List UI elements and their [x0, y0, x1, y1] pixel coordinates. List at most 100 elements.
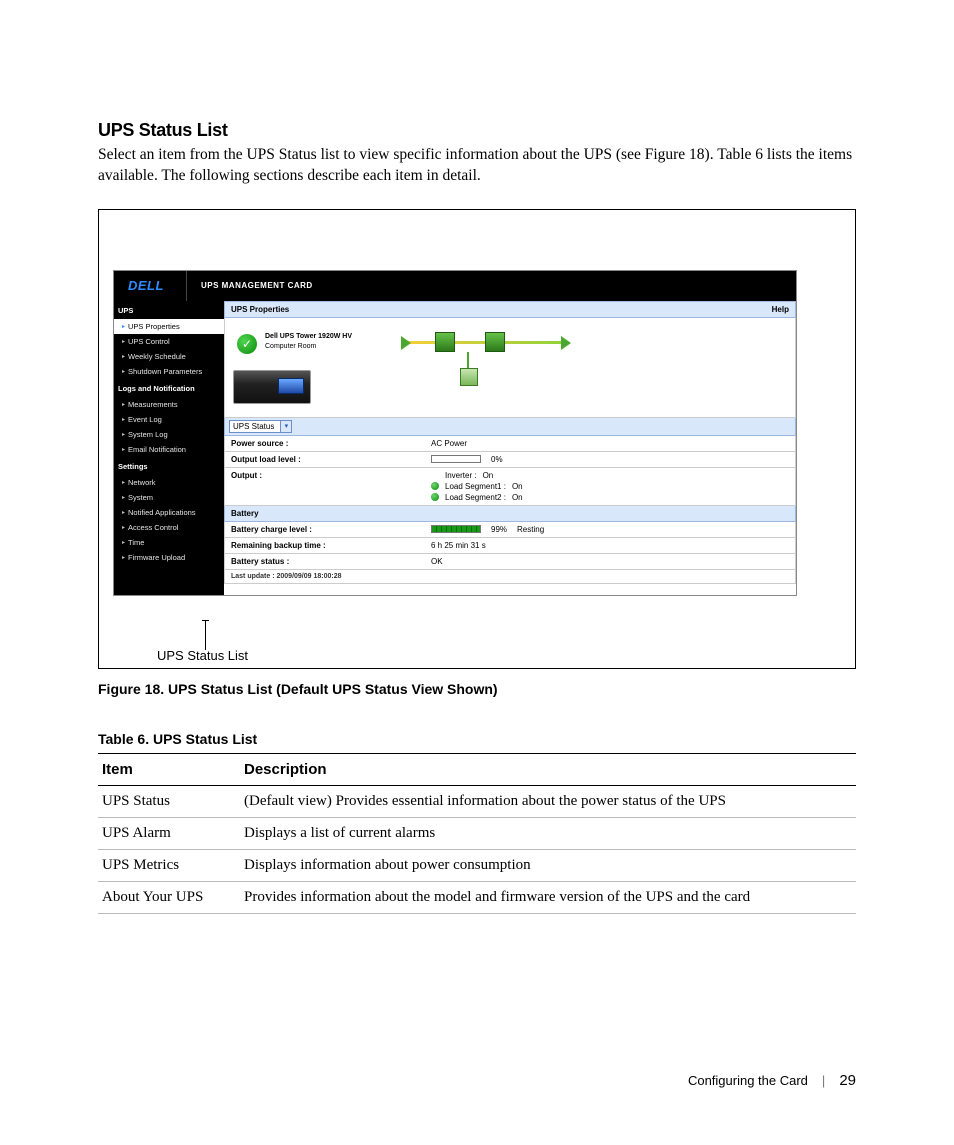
row-value: 6 h 25 min 31 s: [425, 538, 795, 553]
cell-item: UPS Status: [98, 785, 240, 817]
nav-label: Time: [128, 538, 144, 547]
row-power-source: Power source : AC Power: [224, 436, 796, 452]
page-number: 29: [839, 1072, 856, 1089]
nav-ups-control[interactable]: ▸UPS Control: [114, 334, 224, 349]
nav-time[interactable]: ▸Time: [114, 535, 224, 550]
callout-label: UPS Status List: [157, 648, 248, 663]
nav-access-control[interactable]: ▸Access Control: [114, 520, 224, 535]
caret-icon: ▸: [122, 353, 125, 360]
nav-measurements[interactable]: ▸Measurements: [114, 397, 224, 412]
section-heading: UPS Status List: [98, 120, 856, 141]
nav-label: Event Log: [128, 415, 162, 424]
intro-paragraph: Select an item from the UPS Status list …: [98, 145, 856, 187]
seg2-state: On: [512, 493, 523, 502]
nav-notified-applications[interactable]: ▸Notified Applications: [114, 505, 224, 520]
nav-ups-properties[interactable]: ▸UPS Properties: [114, 319, 224, 334]
last-update: Last update : 2009/09/09 18:00:28: [224, 570, 796, 584]
ups-status-dropdown[interactable]: UPS Status ▾: [229, 420, 292, 433]
device-location: Computer Room: [265, 342, 352, 353]
power-flow-diagram: [405, 328, 575, 398]
row-label: Output load level :: [225, 452, 425, 467]
ups-photo: [233, 370, 311, 404]
nav-label: Notified Applications: [128, 508, 196, 517]
panel-header: UPS Properties Help: [224, 301, 796, 318]
cell-desc: (Default view) Provides essential inform…: [240, 785, 856, 817]
row-output: Output : Inverter :On Load Segment1 :On …: [224, 468, 796, 506]
seg1-label: Load Segment1 :: [445, 482, 506, 491]
dropdown-value: UPS Status: [233, 422, 274, 431]
row-value: AC Power: [425, 436, 795, 451]
panel-title: UPS Properties: [231, 305, 289, 314]
device-labels: Dell UPS Tower 1920W HV Computer Room: [265, 332, 352, 353]
callout-line: [205, 620, 206, 650]
nav-weekly-schedule[interactable]: ▸Weekly Schedule: [114, 349, 224, 364]
table-caption: Table 6. UPS Status List: [98, 731, 856, 747]
caret-icon: ▸: [122, 338, 125, 345]
cell-desc: Provides information about the model and…: [240, 881, 856, 913]
caret-icon: ▸: [122, 539, 125, 546]
battery-bar: [431, 525, 481, 533]
inverter-state: On: [483, 471, 494, 480]
main-panel: UPS Properties Help ✓ Dell UPS Tower 192…: [224, 301, 796, 595]
nav-label: UPS Control: [128, 337, 170, 346]
nav-label: Measurements: [128, 400, 178, 409]
cell-desc: Displays a list of current alarms: [240, 817, 856, 849]
row-backup-time: Remaining backup time : 6 h 25 min 31 s: [224, 538, 796, 554]
caret-icon: ▸: [122, 446, 125, 453]
row-label: Output :: [225, 468, 425, 505]
table-row: About Your UPS Provides information abou…: [98, 881, 856, 913]
row-value: OK: [425, 554, 795, 569]
th-description: Description: [240, 753, 856, 785]
load-percent: 0%: [491, 455, 503, 464]
nav-shutdown-parameters[interactable]: ▸Shutdown Parameters: [114, 364, 224, 379]
nav-label: Network: [128, 478, 156, 487]
synoptic-area: ✓ Dell UPS Tower 1920W HV Computer Room: [224, 318, 796, 418]
nav-header-ups: UPS: [114, 301, 224, 319]
battery-band: Battery: [224, 506, 796, 522]
nav-label: Shutdown Parameters: [128, 367, 202, 376]
caret-icon: ▸: [122, 554, 125, 561]
nav-network[interactable]: ▸Network: [114, 475, 224, 490]
cell-item: UPS Metrics: [98, 849, 240, 881]
seg1-state: On: [512, 482, 523, 491]
caret-icon: ▸: [122, 431, 125, 438]
battery-percent: 99%: [491, 525, 507, 534]
nav-firmware-upload[interactable]: ▸Firmware Upload: [114, 550, 224, 565]
help-link[interactable]: Help: [772, 305, 789, 314]
footer-section: Configuring the Card: [688, 1073, 808, 1088]
page-footer: Configuring the Card | 29: [688, 1072, 856, 1089]
row-label: Battery status :: [225, 554, 425, 569]
row-label: Power source :: [225, 436, 425, 451]
nav-label: UPS Properties: [128, 322, 180, 331]
chevron-down-icon: ▾: [280, 421, 291, 432]
th-item: Item: [98, 753, 240, 785]
app-title: UPS MANAGEMENT CARD: [187, 281, 313, 290]
status-ok-icon: ✓: [237, 334, 257, 354]
nav-label: Access Control: [128, 523, 178, 532]
nav-label: System Log: [128, 430, 168, 439]
caret-icon: ▸: [122, 494, 125, 501]
status-list-table: Item Description UPS Status (Default vie…: [98, 753, 856, 914]
flow-arrow-icon: [561, 336, 571, 350]
rectifier-icon: [435, 332, 455, 352]
nav-label: System: [128, 493, 153, 502]
screenshot: DELL UPS MANAGEMENT CARD UPS ▸UPS Proper…: [113, 270, 797, 596]
figure-frame: DELL UPS MANAGEMENT CARD UPS ▸UPS Proper…: [98, 209, 856, 669]
figure-caption: Figure 18. UPS Status List (Default UPS …: [98, 681, 856, 697]
caret-icon: ▸: [122, 416, 125, 423]
battery-state: Resting: [517, 525, 544, 534]
nav-event-log[interactable]: ▸Event Log: [114, 412, 224, 427]
nav-label: Email Notification: [128, 445, 186, 454]
nav-system-log[interactable]: ▸System Log: [114, 427, 224, 442]
inverter-label: Inverter :: [445, 471, 477, 480]
caret-icon: ▸: [122, 509, 125, 516]
nav-email-notification[interactable]: ▸Email Notification: [114, 442, 224, 457]
caret-icon: ▸: [122, 368, 125, 375]
caret-icon: ▸: [122, 323, 125, 330]
status-dot-icon: [431, 482, 439, 490]
row-output-load: Output load level : 0%: [224, 452, 796, 468]
cell-desc: Displays information about power consump…: [240, 849, 856, 881]
row-label: Remaining backup time :: [225, 538, 425, 553]
nav-system[interactable]: ▸System: [114, 490, 224, 505]
app-topbar: DELL UPS MANAGEMENT CARD: [114, 271, 796, 301]
